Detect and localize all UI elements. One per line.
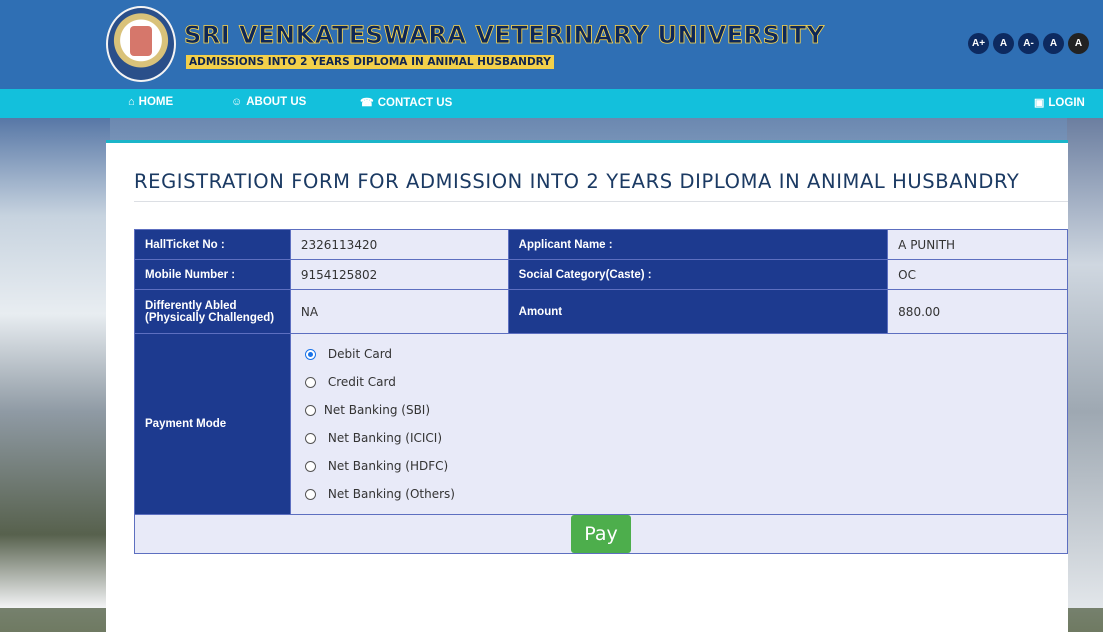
registration-card: REGISTRATION FORM FOR ADMISSION INTO 2 Y… bbox=[106, 140, 1069, 632]
background-building-left bbox=[0, 118, 110, 608]
registration-table: HallTicket No : 2326113420 Applicant Nam… bbox=[134, 229, 1069, 554]
font-decrease-button[interactable]: A- bbox=[1018, 33, 1039, 54]
mobile-label: Mobile Number : bbox=[134, 259, 291, 290]
applicant-name-value: A PUNITH bbox=[887, 229, 1068, 260]
payment-option-net-banking-icici[interactable]: Net Banking (ICICI) bbox=[304, 424, 1057, 452]
mobile-value: 9154125802 bbox=[289, 259, 509, 290]
radio-selected-icon[interactable] bbox=[304, 348, 316, 360]
university-name: SRI VENKATESWARA VETERINARY UNIVERSITY bbox=[184, 21, 825, 50]
phone-icon: ☎ bbox=[360, 97, 374, 109]
nav-login[interactable]: ▣ LOGIN bbox=[1034, 96, 1085, 109]
pay-button[interactable]: Pay bbox=[571, 515, 631, 553]
payment-options: Debit Card Credit Card Net Banking (SBI)… bbox=[289, 333, 1069, 515]
font-size-controls: A+ A A- A A bbox=[968, 33, 1089, 54]
radio-icon[interactable] bbox=[304, 460, 316, 472]
table-row: HallTicket No : 2326113420 Applicant Nam… bbox=[134, 229, 1068, 260]
payment-option-net-banking-hdfc[interactable]: Net Banking (HDFC) bbox=[304, 452, 1057, 480]
radio-icon[interactable] bbox=[304, 432, 316, 444]
university-subtitle: ADMISSIONS INTO 2 YEARS DIPLOMA IN ANIMA… bbox=[186, 55, 554, 69]
nav-home[interactable]: ⌂ HOME bbox=[128, 96, 173, 108]
payment-option-net-banking-sbi[interactable]: Net Banking (SBI) bbox=[304, 396, 1057, 424]
font-normal-button[interactable]: A bbox=[993, 33, 1014, 54]
differently-abled-value: NA bbox=[289, 289, 509, 334]
radio-icon[interactable] bbox=[304, 404, 316, 416]
theme-dark-button[interactable]: A bbox=[1068, 33, 1089, 54]
pay-row: Pay bbox=[134, 514, 1068, 554]
nav-contact[interactable]: ☎ CONTACT US bbox=[360, 96, 452, 109]
hallticket-value: 2326113420 bbox=[289, 229, 509, 260]
site-header: SRI VENKATESWARA VETERINARY UNIVERSITY A… bbox=[0, 0, 1103, 89]
payment-option-net-banking-others[interactable]: Net Banking (Others) bbox=[304, 480, 1057, 508]
applicant-name-label: Applicant Name : bbox=[507, 229, 889, 260]
payment-option-debit-card[interactable]: Debit Card bbox=[304, 340, 1057, 368]
title-divider bbox=[134, 201, 1068, 202]
font-increase-button[interactable]: A+ bbox=[968, 33, 989, 54]
social-category-value: OC bbox=[887, 259, 1068, 290]
background-building-right bbox=[1067, 118, 1103, 608]
amount-label: Amount bbox=[507, 289, 889, 334]
hallticket-label: HallTicket No : bbox=[134, 229, 291, 260]
payment-mode-row: Payment Mode Debit Card Credit Card Net … bbox=[134, 333, 1069, 515]
payment-mode-label: Payment Mode bbox=[134, 333, 291, 515]
university-logo bbox=[106, 6, 176, 82]
payment-option-credit-card[interactable]: Credit Card bbox=[304, 368, 1057, 396]
social-category-label: Social Category(Caste) : bbox=[507, 259, 889, 290]
table-row: Differently Abled (Physically Challenged… bbox=[134, 289, 1068, 334]
differently-abled-label: Differently Abled (Physically Challenged… bbox=[134, 289, 291, 334]
main-nav: ⌂ HOME ☺ ABOUT US ☎ CONTACT US ▣ LOGIN bbox=[0, 89, 1103, 118]
lock-icon: ▣ bbox=[1034, 97, 1045, 109]
radio-icon[interactable] bbox=[304, 376, 316, 388]
page-title: REGISTRATION FORM FOR ADMISSION INTO 2 Y… bbox=[134, 170, 1020, 193]
radio-icon[interactable] bbox=[304, 488, 316, 500]
amount-value: 880.00 bbox=[887, 289, 1068, 334]
pay-cell: Pay bbox=[134, 514, 1068, 554]
theme-light-button[interactable]: A bbox=[1043, 33, 1064, 54]
user-icon: ☺ bbox=[231, 96, 243, 108]
table-row: Mobile Number : 9154125802 Social Catego… bbox=[134, 259, 1068, 290]
nav-about[interactable]: ☺ ABOUT US bbox=[231, 96, 306, 108]
home-icon: ⌂ bbox=[128, 96, 135, 108]
